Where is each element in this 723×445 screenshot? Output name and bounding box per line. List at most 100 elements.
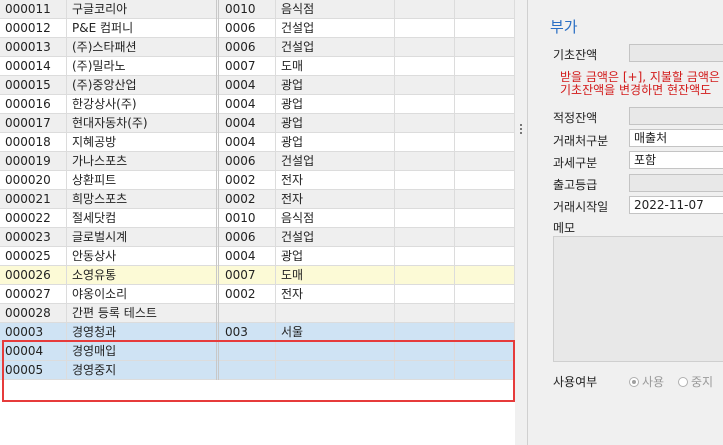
- table-cell: [455, 171, 515, 190]
- table-cell: 0004: [220, 76, 276, 95]
- table-cell: [395, 209, 455, 228]
- table-cell: 한강상사(주): [67, 95, 219, 114]
- start-date-input[interactable]: 2022-11-07: [629, 196, 723, 214]
- table-cell: 000018: [0, 133, 67, 152]
- splitter-grip-icon: [520, 124, 522, 136]
- table-row[interactable]: 00004 경영매입: [0, 342, 515, 361]
- table-cell: 경영청과: [67, 323, 219, 342]
- table-cell: 0002: [220, 285, 276, 304]
- table-cell: [395, 19, 455, 38]
- grid-empty-area: [0, 403, 515, 445]
- table-cell: [455, 323, 515, 342]
- table-cell: [455, 304, 515, 323]
- table-cell: [455, 266, 515, 285]
- table-cell: 음식점: [276, 0, 395, 19]
- table-row[interactable]: 000028 간편 등록 테스트: [0, 304, 515, 323]
- trade-type-label: 거래처구분: [553, 134, 609, 148]
- table-cell: [395, 171, 455, 190]
- table-cell: 0004: [220, 95, 276, 114]
- table-cell: [455, 76, 515, 95]
- table-cell: 000020: [0, 171, 67, 190]
- table-row[interactable]: 000025 안동상사 0004 광업: [0, 247, 515, 266]
- table-cell: 000013: [0, 38, 67, 57]
- proper-balance-input[interactable]: [629, 107, 723, 125]
- table-cell: 000025: [0, 247, 67, 266]
- usage-on-radio[interactable]: 사용: [629, 373, 664, 390]
- table-row[interactable]: 000022 절세닷컴 0010 음식점: [0, 209, 515, 228]
- table-row[interactable]: 000026 소영유통 0007 도매: [0, 266, 515, 285]
- table-row[interactable]: 000012 P&E 컴퍼니 0006 건설업: [0, 19, 515, 38]
- table-cell: [455, 114, 515, 133]
- table-cell: [395, 323, 455, 342]
- table-cell: 0010: [220, 209, 276, 228]
- usage-off-radio[interactable]: 중지: [678, 373, 713, 390]
- table-cell: 0006: [220, 228, 276, 247]
- customer-grid[interactable]: 000011 구글코리아 0010 음식점 000012 P&E 컴퍼니 0006 건설업 00…: [0, 0, 516, 445]
- table-row[interactable]: 000017 현대자동차(주) 0004 광업: [0, 114, 515, 133]
- table-cell: 경영중지: [67, 361, 219, 380]
- table-cell: 0006: [220, 38, 276, 57]
- tax-type-label: 과세구분: [553, 156, 598, 170]
- table-cell: [395, 190, 455, 209]
- table-row[interactable]: 000018 지혜공방 0004 광업: [0, 133, 515, 152]
- table-cell: 0006: [220, 152, 276, 171]
- table-row[interactable]: 000013 (주)스타패션 0006 건설업: [0, 38, 515, 57]
- table-cell: [455, 285, 515, 304]
- table-cell: [220, 361, 276, 380]
- table-cell: (주)밀라노: [67, 57, 219, 76]
- table-cell: 전자: [276, 171, 395, 190]
- memo-textarea[interactable]: [553, 236, 723, 362]
- shipping-grade-input[interactable]: [629, 174, 723, 192]
- table-row[interactable]: 000023 글로벌시계 0006 건설업: [0, 228, 515, 247]
- panel-title: 부가: [550, 18, 578, 36]
- table-row[interactable]: 000015 (주)중앙산업 0004 광업: [0, 76, 515, 95]
- opening-balance-input[interactable]: [629, 44, 723, 62]
- usage-label: 사용여부: [553, 375, 598, 389]
- table-cell: 간편 등록 테스트: [67, 304, 219, 323]
- table-cell: [395, 38, 455, 57]
- table-row[interactable]: 000014 (주)밀라노 0007 도매: [0, 57, 515, 76]
- table-row[interactable]: 000027 야옹이소리 0002 전자: [0, 285, 515, 304]
- table-cell: 000012: [0, 19, 67, 38]
- table-cell: 000021: [0, 190, 67, 209]
- table-cell: [395, 228, 455, 247]
- balance-note-line2: 기초잔액을 변경하면 현잔액도: [560, 83, 712, 97]
- radio-unchecked-icon: [678, 376, 688, 387]
- table-row[interactable]: 000019 가나스포츠 0006 건설업: [0, 152, 515, 171]
- table-cell: 현대자동차(주): [67, 114, 219, 133]
- table-cell: [276, 361, 395, 380]
- start-date-label: 거래시작일: [553, 200, 609, 214]
- shipping-grade-label: 출고등급: [553, 178, 598, 192]
- table-cell: 글로벌시계: [67, 228, 219, 247]
- table-cell: 건설업: [276, 152, 395, 171]
- table-row[interactable]: 00003 경영청과 003 서울: [0, 323, 515, 342]
- detail-panel: 부가 기초잔액 받을 금액은 [+], 지불할 금액은 기초잔액을 변경하면 현…: [527, 0, 723, 445]
- table-cell: 000017: [0, 114, 67, 133]
- radio-checked-icon: [629, 376, 639, 387]
- opening-balance-label: 기초잔액: [553, 48, 598, 62]
- table-cell: [455, 152, 515, 171]
- table-cell: [220, 304, 276, 323]
- trade-type-select[interactable]: 매출처: [629, 129, 723, 147]
- table-row[interactable]: 000016 한강상사(주) 0004 광업: [0, 95, 515, 114]
- table-cell: 00004: [0, 342, 67, 361]
- table-cell: [276, 304, 395, 323]
- table-cell: 0002: [220, 171, 276, 190]
- table-cell: [395, 152, 455, 171]
- panel-splitter[interactable]: [515, 0, 527, 445]
- table-row[interactable]: 000021 희망스포츠 0002 전자: [0, 190, 515, 209]
- table-cell: 구글코리아: [67, 0, 219, 19]
- table-row[interactable]: 000020 상환피트 0002 전자: [0, 171, 515, 190]
- table-cell: [395, 114, 455, 133]
- table-cell: [395, 266, 455, 285]
- table-cell: 절세닷컴: [67, 209, 219, 228]
- table-row[interactable]: 00005 경영중지: [0, 361, 515, 380]
- table-cell: [395, 285, 455, 304]
- table-cell: [395, 76, 455, 95]
- table-cell: [395, 342, 455, 361]
- table-cell: [455, 209, 515, 228]
- table-cell: 0007: [220, 57, 276, 76]
- table-row[interactable]: 000011 구글코리아 0010 음식점: [0, 0, 515, 19]
- tax-type-select[interactable]: 포함: [629, 151, 723, 169]
- table-cell: [395, 247, 455, 266]
